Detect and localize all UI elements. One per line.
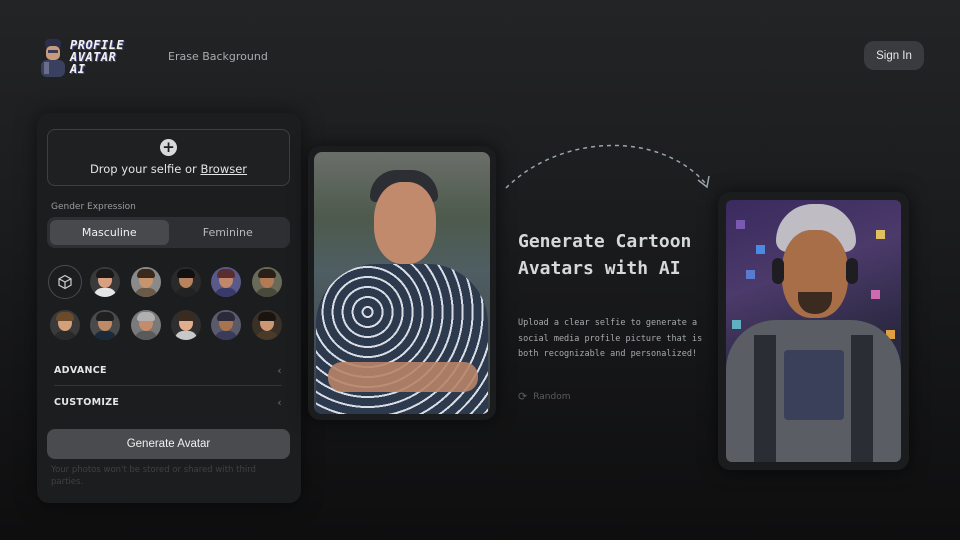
drop-text: Drop your selfie or: [89, 162, 201, 176]
selfie-example-image: [314, 152, 490, 414]
avatar-generator-panel: + Drop your selfie or Browser Gender Exp…: [37, 113, 301, 503]
cube-icon: [58, 274, 72, 290]
avatar-result-card: [718, 192, 909, 470]
advance-label: ADVANCE: [54, 365, 107, 376]
sign-in-button[interactable]: Sign In: [864, 41, 924, 70]
chevron-left-icon: ‹: [277, 395, 282, 409]
avatar-style-option[interactable]: [251, 267, 282, 297]
avatar-style-option[interactable]: [50, 310, 81, 340]
refresh-icon: ⟳: [518, 390, 528, 403]
advance-section-toggle[interactable]: ADVANCE ‹: [54, 356, 282, 386]
cartoon-avatar-image: [726, 200, 901, 462]
random-style-button[interactable]: [48, 265, 83, 299]
plus-icon: +: [160, 139, 177, 156]
hero-title: Generate Cartoon Avatars with AI: [518, 231, 692, 279]
avatar-style-grid: [45, 263, 295, 349]
logo-line2: AVATAR AI: [70, 50, 117, 76]
avatar-style-option[interactable]: [171, 310, 202, 340]
dashed-arrow-icon: [505, 144, 710, 189]
hero-description: Upload a clear selfie to generate a soci…: [518, 318, 703, 359]
customize-section-toggle[interactable]: CUSTOMIZE ‹: [54, 387, 282, 417]
chevron-left-icon: ‹: [277, 364, 282, 377]
avatar-style-option[interactable]: [211, 310, 242, 340]
nav-erase-background[interactable]: Erase Background: [168, 50, 268, 63]
browse-link[interactable]: Browser: [200, 162, 247, 176]
avatar-style-option[interactable]: [130, 310, 161, 340]
privacy-note: Your photos won't be stored or shared wi…: [51, 465, 256, 487]
gender-expression-label: Gender Expression: [51, 202, 136, 212]
gender-option-feminine[interactable]: Feminine: [169, 220, 288, 245]
drop-instructions: Drop your selfie or Browser: [90, 162, 247, 176]
avatar-style-option[interactable]: [211, 267, 242, 297]
selfie-example-card: [308, 146, 496, 420]
generate-avatar-button[interactable]: Generate Avatar: [47, 429, 290, 459]
avatar-style-option[interactable]: [90, 310, 121, 340]
customize-label: CUSTOMIZE: [54, 396, 120, 408]
gender-option-masculine[interactable]: Masculine: [50, 220, 169, 245]
gender-toggle: Masculine Feminine: [47, 217, 290, 248]
logo-avatar-icon: [38, 37, 68, 77]
avatar-style-option[interactable]: [90, 267, 121, 297]
avatar-style-option[interactable]: [171, 267, 202, 297]
random-example-button[interactable]: ⟳ Random: [518, 390, 570, 403]
avatar-style-option[interactable]: [130, 267, 161, 297]
random-label: Random: [533, 391, 571, 402]
logo[interactable]: PROFILE AVATAR AI: [38, 36, 138, 78]
avatar-style-option[interactable]: [251, 310, 282, 340]
logo-text: PROFILE AVATAR AI: [70, 39, 138, 75]
selfie-dropzone[interactable]: + Drop your selfie or Browser: [47, 129, 290, 186]
